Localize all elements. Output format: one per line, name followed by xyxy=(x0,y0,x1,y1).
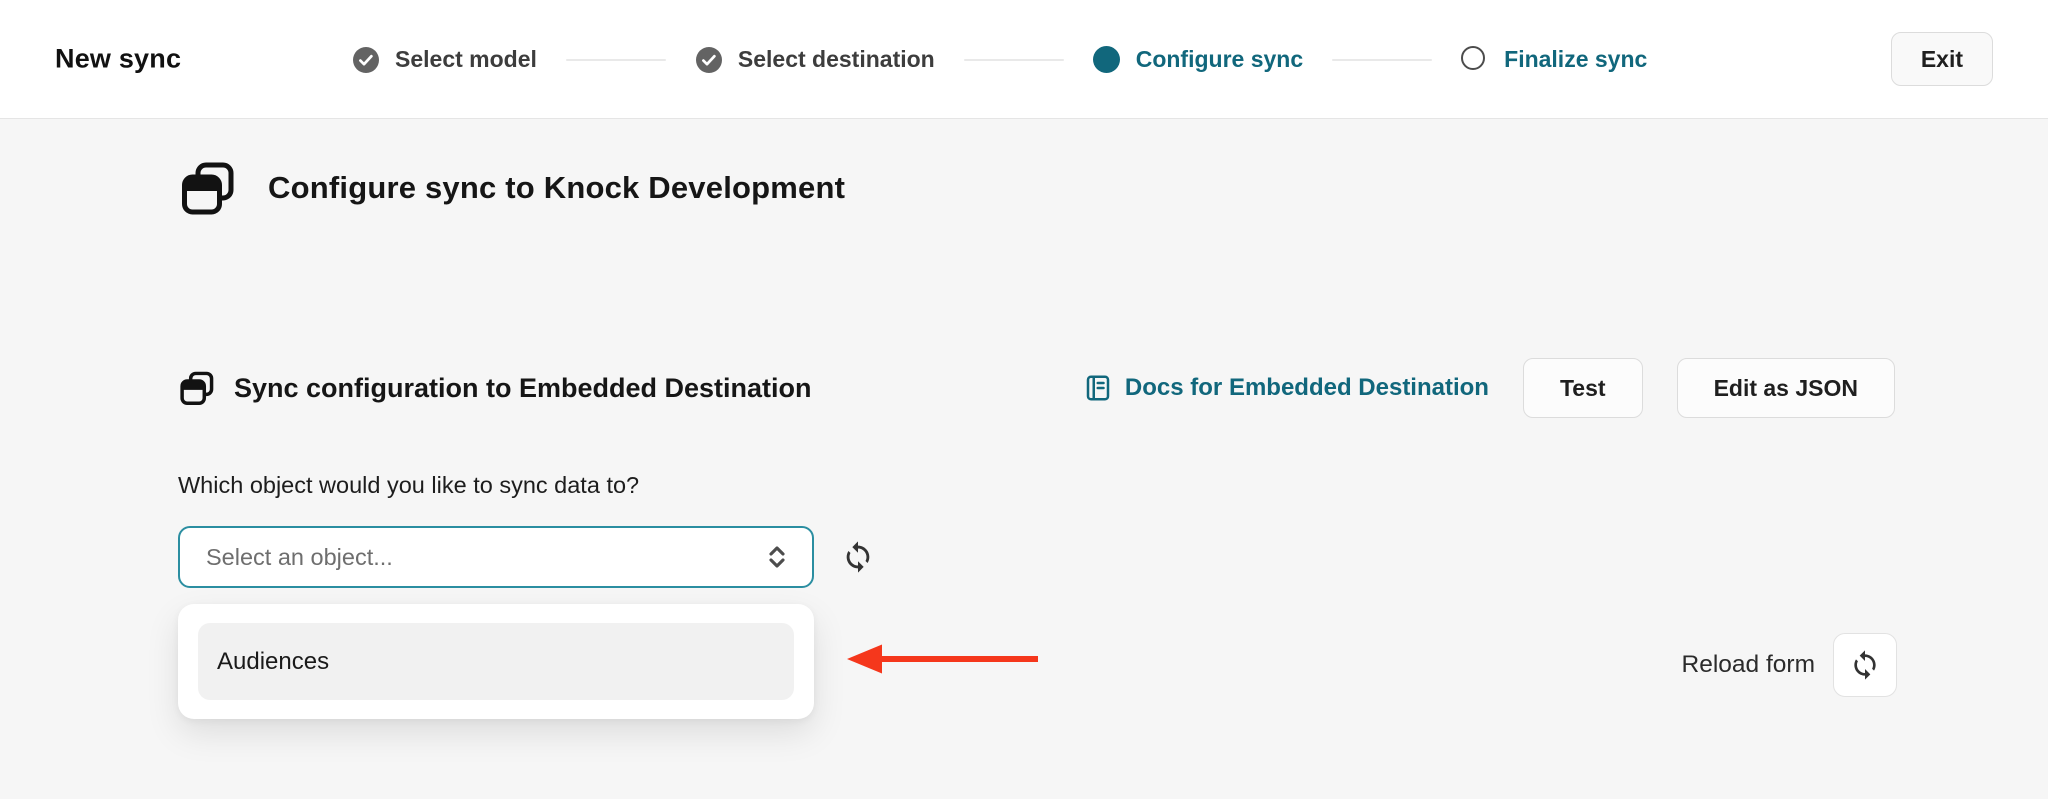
step-finalize-sync[interactable]: Finalize sync xyxy=(1461,45,1648,74)
step-configure-sync[interactable]: Configure sync xyxy=(1092,45,1304,74)
red-arrow-left-icon xyxy=(844,639,1040,679)
step-select-destination[interactable]: Select destination xyxy=(695,46,935,74)
step-label: Select destination xyxy=(737,46,935,72)
configure-sync-heading-row: Configure sync to Knock Development xyxy=(178,158,845,218)
object-select[interactable]: Select an object... xyxy=(178,526,814,588)
docs-link-label: Docs for Embedded Destination xyxy=(1124,374,1489,401)
reload-form-button[interactable] xyxy=(1833,633,1897,697)
object-select-dropdown: Audiences xyxy=(178,604,814,719)
test-button[interactable]: Test xyxy=(1522,358,1643,418)
sync-icon xyxy=(1849,649,1881,681)
sync-icon xyxy=(841,540,875,574)
check-circle-icon xyxy=(695,46,723,74)
step-connector xyxy=(1332,58,1433,61)
section-heading-group: Sync configuration to Embedded Destinati… xyxy=(178,369,812,407)
object-question-label: Which object would you like to sync data… xyxy=(178,472,640,498)
object-select-placeholder: Select an object... xyxy=(206,543,393,570)
empty-circle-icon xyxy=(1461,45,1489,74)
sync-stepper: Select model Select destination Configur… xyxy=(352,0,1647,119)
step-select-model[interactable]: Select model xyxy=(352,46,537,74)
book-icon xyxy=(1083,373,1113,403)
edit-as-json-button[interactable]: Edit as JSON xyxy=(1676,358,1895,418)
page-heading: Configure sync to Knock Development xyxy=(268,170,846,205)
section-actions: Docs for Embedded Destination Test Edit … xyxy=(1083,358,1895,418)
step-connector xyxy=(963,58,1064,61)
reload-form-group: Reload form xyxy=(1682,633,1897,697)
step-label: Finalize sync xyxy=(1504,46,1648,72)
page-title: New sync xyxy=(55,43,182,74)
docs-link[interactable]: Docs for Embedded Destination xyxy=(1083,373,1489,403)
sync-configuration-section-header: Sync configuration to Embedded Destinati… xyxy=(178,357,1895,419)
step-label: Select model xyxy=(395,46,537,72)
reload-form-label: Reload form xyxy=(1681,651,1815,678)
exit-button[interactable]: Exit xyxy=(1890,32,1993,86)
chevron-up-down-icon xyxy=(762,542,792,572)
step-connector xyxy=(565,58,666,61)
filled-dot-icon xyxy=(1092,45,1121,74)
refresh-objects-button[interactable] xyxy=(838,537,878,577)
browser-windows-icon xyxy=(178,369,216,407)
dropdown-option-audiences[interactable]: Audiences xyxy=(198,623,794,700)
section-heading: Sync configuration to Embedded Destinati… xyxy=(234,372,812,403)
wizard-header: New sync Select model Select destination… xyxy=(0,0,2048,119)
step-label: Configure sync xyxy=(1135,46,1304,72)
check-circle-icon xyxy=(352,46,380,74)
browser-windows-icon xyxy=(178,158,238,218)
